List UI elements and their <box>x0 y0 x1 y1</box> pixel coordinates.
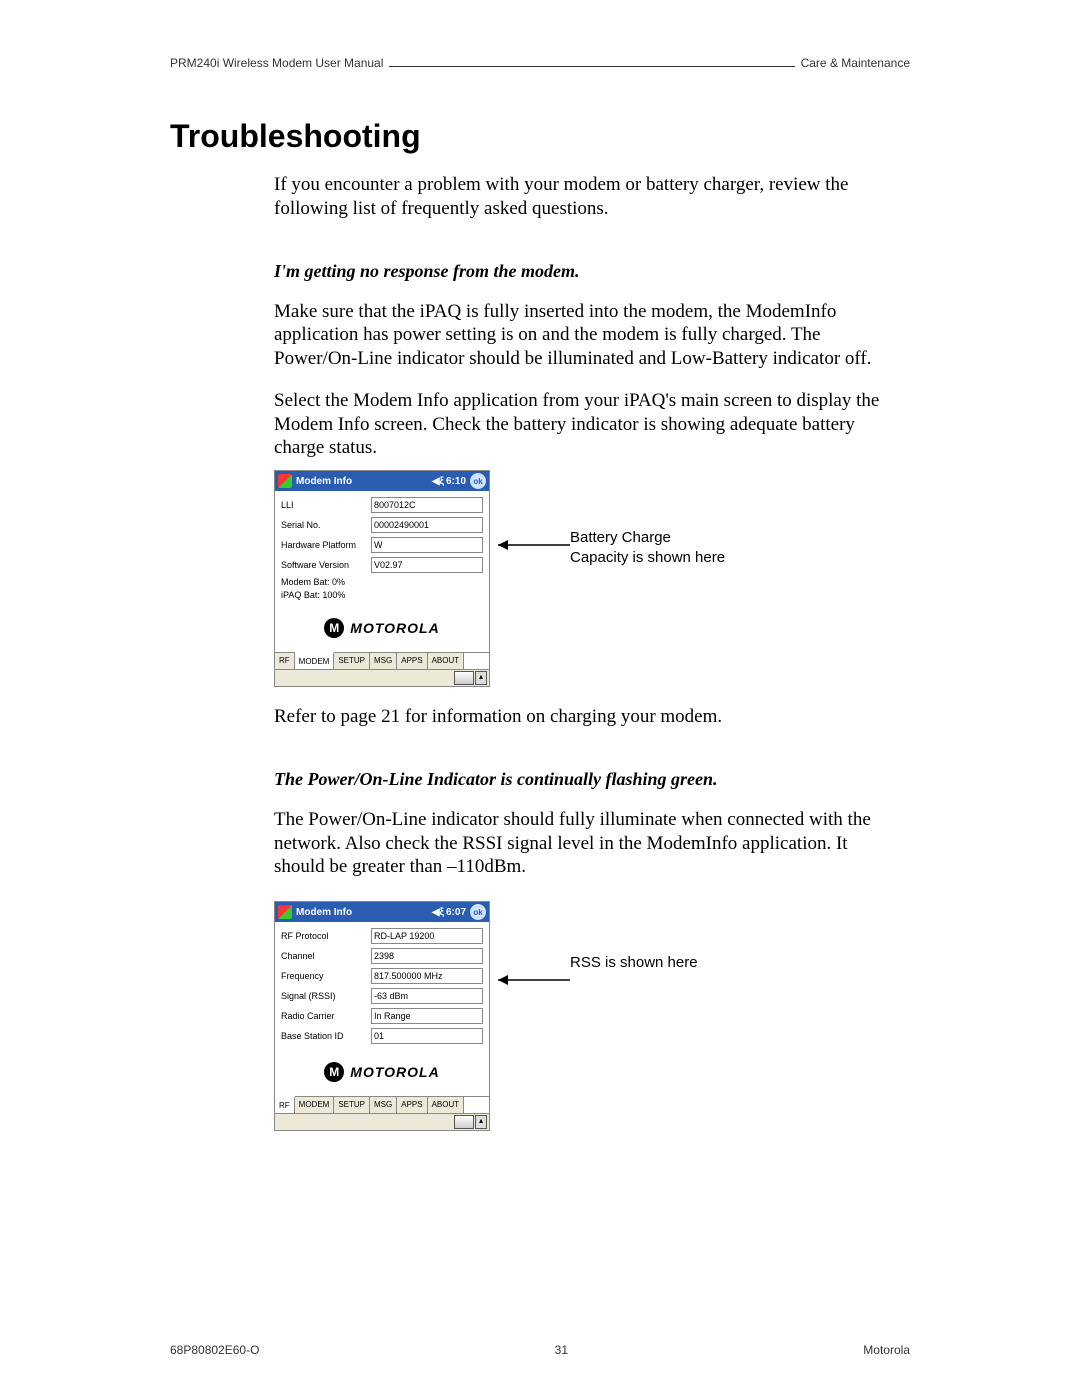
callout-text: RSS is shown here <box>570 953 698 973</box>
tab-rf[interactable]: RF <box>275 1096 295 1113</box>
field-row: Signal (RSSI) -63 dBm <box>281 988 483 1004</box>
keyboard-icon[interactable] <box>454 1115 474 1129</box>
footer-left: 68P80802E60-O <box>170 1343 259 1357</box>
motorola-m-icon: M <box>324 1062 344 1082</box>
field-row: LLI 8007012C <box>281 497 483 513</box>
field-value: RD-LAP 19200 <box>371 928 483 944</box>
speaker-icon: ◀ξ <box>432 476 444 487</box>
tab-setup[interactable]: SETUP <box>334 1097 370 1113</box>
window-titlebar: Modem Info ◀ξ 6:07 ok <box>275 902 489 922</box>
field-label: RF Protocol <box>281 931 371 941</box>
field-value: In Range <box>371 1008 483 1024</box>
screenshot1-row: Modem Info ◀ξ 6:10 ok LLI 8007012C Seria… <box>274 470 890 687</box>
motorola-text: MOTOROLA <box>350 1064 439 1080</box>
field-label: Frequency <box>281 971 371 981</box>
tab-about[interactable]: ABOUT <box>428 1097 465 1113</box>
page-header: PRM240i Wireless Modem User Manual Care … <box>170 56 910 70</box>
field-value: 01 <box>371 1028 483 1044</box>
callout-arrow <box>490 965 570 1025</box>
tab-msg[interactable]: MSG <box>370 1097 397 1113</box>
q1-after-paragraph: Refer to page 21 for information on char… <box>274 705 890 729</box>
screenshot2-row: Modem Info ◀ξ 6:07 ok RF Protocol RD-LAP… <box>274 901 890 1131</box>
field-label: Software Version <box>281 560 371 570</box>
field-row: Frequency 817.500000 MHz <box>281 968 483 984</box>
modem-info-window-1: Modem Info ◀ξ 6:10 ok LLI 8007012C Seria… <box>274 470 490 687</box>
field-label: Serial No. <box>281 520 371 530</box>
sip-arrow-icon[interactable]: ▴ <box>475 671 487 685</box>
q1-paragraph-1: Make sure that the iPAQ is fully inserte… <box>274 300 890 371</box>
tab-msg[interactable]: MSG <box>370 653 397 669</box>
window-titlebar: Modem Info ◀ξ 6:10 ok <box>275 471 489 491</box>
field-value: 817.500000 MHz <box>371 968 483 984</box>
field-label: Channel <box>281 951 371 961</box>
field-label: LLI <box>281 500 371 510</box>
sip-bar: ▴ <box>275 669 489 686</box>
field-value: W <box>371 537 483 553</box>
tab-bar: RF MODEM SETUP MSG APPS ABOUT <box>275 652 489 669</box>
callout-arrow <box>490 530 570 590</box>
speaker-icon: ◀ξ <box>432 907 444 918</box>
ok-button[interactable]: ok <box>470 473 486 489</box>
footer-right: Motorola <box>863 1343 910 1357</box>
motorola-m-icon: M <box>324 618 344 638</box>
tab-bar: RF MODEM SETUP MSG APPS ABOUT <box>275 1096 489 1113</box>
field-label: Base Station ID <box>281 1031 371 1041</box>
field-value: V02.97 <box>371 557 483 573</box>
ok-button[interactable]: ok <box>470 904 486 920</box>
field-label: Radio Carrier <box>281 1011 371 1021</box>
header-right: Care & Maintenance <box>801 56 910 70</box>
header-rule <box>389 66 794 67</box>
tab-apps[interactable]: APPS <box>397 653 427 669</box>
window-body: LLI 8007012C Serial No. 00002490001 Hard… <box>275 491 489 652</box>
field-value: 2398 <box>371 948 483 964</box>
sip-bar: ▴ <box>275 1113 489 1130</box>
modem-info-window-2: Modem Info ◀ξ 6:07 ok RF Protocol RD-LAP… <box>274 901 490 1131</box>
tab-about[interactable]: ABOUT <box>428 653 465 669</box>
header-left: PRM240i Wireless Modem User Manual <box>170 56 383 70</box>
q1-paragraph-2: Select the Modem Info application from y… <box>274 389 890 460</box>
q1-heading: I'm getting no response from the modem. <box>274 261 890 282</box>
sip-arrow-icon[interactable]: ▴ <box>475 1115 487 1129</box>
field-row: Base Station ID 01 <box>281 1028 483 1044</box>
tab-setup[interactable]: SETUP <box>334 653 370 669</box>
windows-flag-icon <box>278 474 292 488</box>
status-modem-bat: Modem Bat: 0% <box>281 577 483 587</box>
status-ipaq-bat: iPAQ Bat: 100% <box>281 590 483 600</box>
titlebar-time: 6:10 <box>446 476 466 487</box>
keyboard-icon[interactable] <box>454 671 474 685</box>
tab-modem[interactable]: MODEM <box>295 652 335 669</box>
field-row: RF Protocol RD-LAP 19200 <box>281 928 483 944</box>
field-row: Radio Carrier In Range <box>281 1008 483 1024</box>
footer-page-number: 31 <box>555 1343 568 1357</box>
windows-flag-icon <box>278 905 292 919</box>
tab-modem[interactable]: MODEM <box>295 1097 335 1113</box>
window-body: RF Protocol RD-LAP 19200 Channel 2398 Fr… <box>275 922 489 1096</box>
page: PRM240i Wireless Modem User Manual Care … <box>0 0 1080 1397</box>
field-row: Software Version V02.97 <box>281 557 483 573</box>
tab-rf[interactable]: RF <box>275 653 295 669</box>
motorola-logo: M MOTOROLA <box>281 618 483 638</box>
field-value: -63 dBm <box>371 988 483 1004</box>
field-value: 00002490001 <box>371 517 483 533</box>
field-row: Hardware Platform W <box>281 537 483 553</box>
callout-text: Battery Charge Capacity is shown here <box>570 528 730 567</box>
titlebar-time: 6:07 <box>446 907 466 918</box>
q2-heading: The Power/On-Line Indicator is continual… <box>274 769 890 790</box>
field-label: Hardware Platform <box>281 540 371 550</box>
field-row: Serial No. 00002490001 <box>281 517 483 533</box>
q2-paragraph-1: The Power/On-Line indicator should fully… <box>274 808 890 879</box>
window-title-text: Modem Info <box>296 476 432 487</box>
tab-apps[interactable]: APPS <box>397 1097 427 1113</box>
motorola-text: MOTOROLA <box>350 620 439 636</box>
motorola-logo: M MOTOROLA <box>281 1062 483 1082</box>
field-label: Signal (RSSI) <box>281 991 371 1001</box>
content-area: If you encounter a problem with your mod… <box>274 173 890 1131</box>
page-footer: 68P80802E60-O 31 Motorola <box>170 1343 910 1357</box>
field-value: 8007012C <box>371 497 483 513</box>
window-title-text: Modem Info <box>296 907 432 918</box>
field-row: Channel 2398 <box>281 948 483 964</box>
intro-paragraph: If you encounter a problem with your mod… <box>274 173 890 221</box>
section-title: Troubleshooting <box>170 118 910 155</box>
